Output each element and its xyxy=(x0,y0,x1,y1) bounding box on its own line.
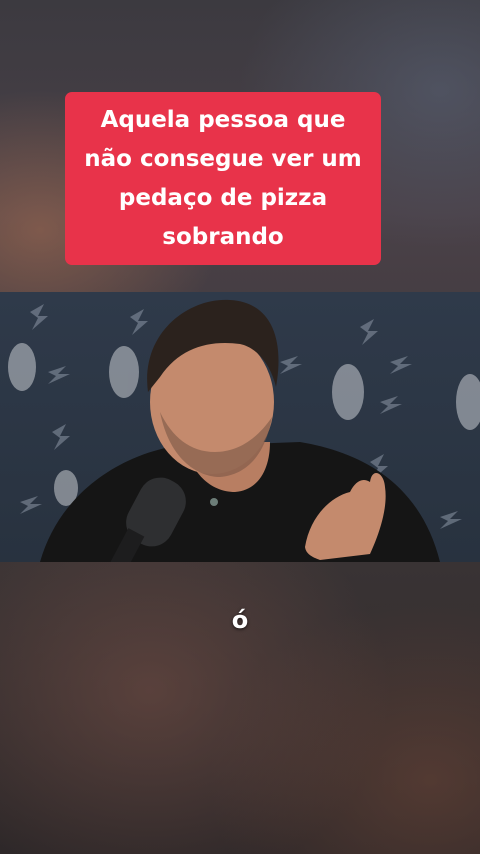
reel-screen: Aquela pessoa que não consegue ver um pe… xyxy=(0,0,480,854)
video-frame-image xyxy=(8,299,480,562)
caption-box: Aquela pessoa que não consegue ver um pe… xyxy=(65,92,381,265)
video-player[interactable] xyxy=(0,292,480,562)
video-subtitle: ó xyxy=(231,606,249,634)
necklace-pendant xyxy=(210,498,218,506)
caption-text: Aquela pessoa que não consegue ver um pe… xyxy=(84,106,362,250)
